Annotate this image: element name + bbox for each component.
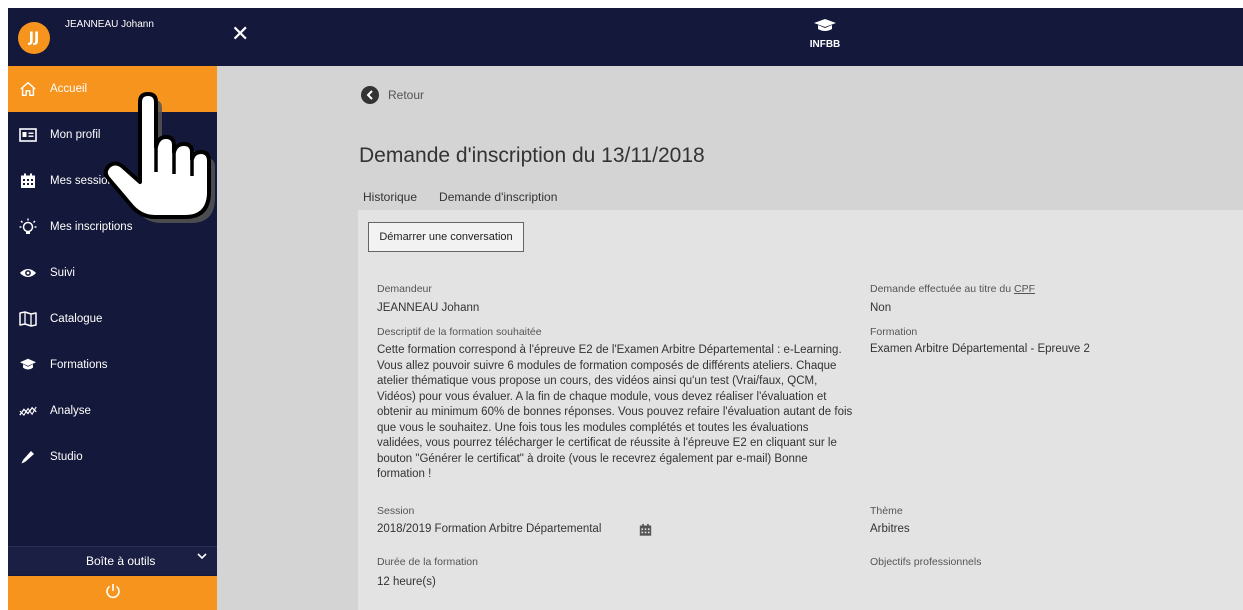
- sidebar-item-label: Accueil: [50, 83, 88, 95]
- book-icon: [19, 310, 37, 328]
- toolbox-label: Boîte à outils: [86, 554, 156, 568]
- start-conversation-button[interactable]: Démarrer une conversation: [368, 222, 524, 252]
- objectifs-label: Objectifs professionnels: [870, 556, 982, 568]
- back-label: Retour: [388, 88, 425, 102]
- eye-icon: [19, 264, 37, 282]
- cpf-abbr: CPF: [1014, 283, 1035, 295]
- main-content: Retour Demande d'inscription du 13/11/20…: [217, 66, 1243, 610]
- session-value: 2018/2019 Formation Arbitre Départementa…: [377, 523, 602, 535]
- avatar[interactable]: JJ: [18, 22, 50, 54]
- calendar-icon: [19, 172, 37, 190]
- user-name: JEANNEAU Johann: [65, 19, 154, 30]
- infbb-logo: INFBB: [805, 18, 845, 60]
- cpf-label: Demande effectuée au titre du CPF: [870, 283, 1035, 295]
- topbar: ✕ INFBB: [217, 8, 1243, 66]
- sidebar-item-analyse[interactable]: Analyse: [8, 388, 217, 434]
- sidebar-item-formations[interactable]: Formations: [8, 342, 217, 388]
- id-card-icon: [19, 126, 37, 144]
- theme-label: Thème: [870, 505, 903, 517]
- pencil-icon: [19, 448, 37, 466]
- app-frame: JJ JEANNEAU Johann Accueil Mon profil Me…: [8, 8, 1243, 610]
- sidebar-item-suivi[interactable]: Suivi: [8, 250, 217, 296]
- demandeur-value: JEANNEAU Johann: [377, 302, 480, 314]
- sidebar-item-label: Studio: [50, 451, 83, 463]
- formation-value: Examen Arbitre Départemental - Epreuve 2: [870, 343, 1090, 355]
- logout-button[interactable]: [8, 576, 217, 610]
- sidebar-item-catalogue[interactable]: Catalogue: [8, 296, 217, 342]
- sidebar-item-label: Mon profil: [50, 129, 101, 141]
- close-icon[interactable]: ✕: [231, 22, 249, 47]
- cpf-value: Non: [870, 302, 892, 314]
- session-label: Session: [377, 505, 415, 517]
- request-card: Démarrer une conversation Demandeur JEAN…: [358, 210, 1243, 610]
- chart-line-icon: [19, 402, 37, 420]
- chevron-down-icon: [197, 552, 207, 563]
- graduation-cap-icon: [814, 19, 836, 31]
- sidebar-item-label: Catalogue: [50, 313, 103, 325]
- hand-pointer-cursor: [103, 92, 215, 223]
- descriptif-label: Descriptif de la formation souhaitée: [377, 326, 542, 338]
- lightbulb-icon: [19, 218, 37, 236]
- sidebar-item-label: Formations: [50, 359, 108, 371]
- graduation-cap-icon: [19, 356, 37, 374]
- home-icon: [19, 80, 37, 98]
- sidebar-item-label: Analyse: [50, 405, 91, 417]
- sidebar-item-label: Suivi: [50, 267, 75, 279]
- duree-label: Durée de la formation: [377, 556, 478, 568]
- toolbox-dropdown[interactable]: Boîte à outils: [8, 546, 217, 575]
- sidebar-item-studio[interactable]: Studio: [8, 434, 217, 480]
- formation-label: Formation: [870, 326, 918, 338]
- chevron-left-icon: [361, 86, 379, 104]
- calendar-icon[interactable]: [639, 522, 652, 541]
- descriptif-value: Cette formation correspond à l'épreuve E…: [377, 344, 853, 480]
- back-link[interactable]: Retour: [361, 86, 424, 104]
- page-title: Demande d'inscription du 13/11/2018: [359, 144, 705, 167]
- logo-text: INFBB: [809, 39, 841, 50]
- power-icon: [104, 582, 122, 604]
- theme-value: Arbitres: [870, 523, 910, 535]
- demandeur-label: Demandeur: [377, 283, 432, 295]
- cpf-label-prefix: Demande effectuée au titre du: [870, 283, 1014, 295]
- duree-value: 12 heure(s): [377, 576, 436, 588]
- user-header[interactable]: JJ JEANNEAU Johann: [8, 8, 217, 66]
